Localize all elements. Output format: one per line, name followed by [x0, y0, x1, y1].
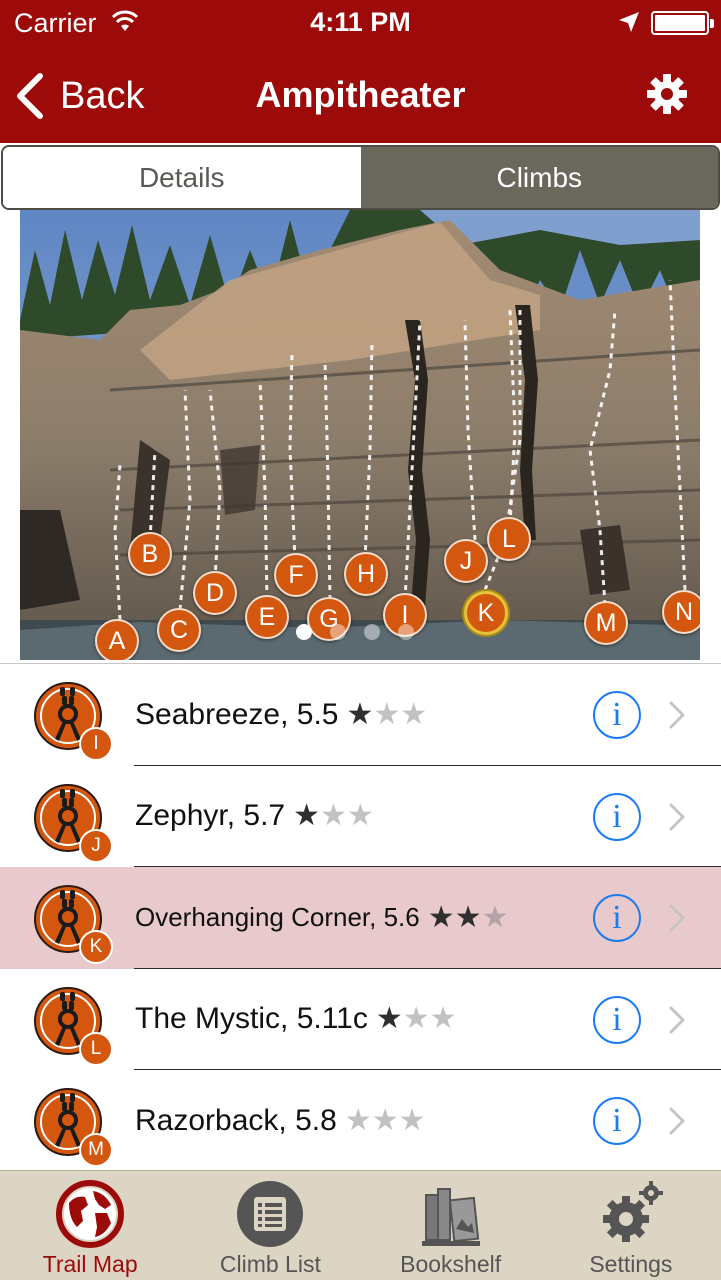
- status-bar: Carrier 4:11 PM: [0, 0, 721, 46]
- page-dot-2[interactable]: [330, 624, 346, 640]
- star-rating: ★ ★ ★: [293, 801, 374, 831]
- climb-row[interactable]: I Seabreeze, 5.5 ★ ★ ★ i: [0, 664, 721, 766]
- route-marker-h[interactable]: H: [344, 552, 388, 596]
- battery-icon: [651, 11, 714, 35]
- route-marker-l[interactable]: L: [487, 517, 531, 561]
- location-arrow-icon: [619, 12, 639, 32]
- route-marker-d[interactable]: D: [193, 571, 237, 615]
- info-button[interactable]: i: [593, 1097, 641, 1145]
- route-marker-k[interactable]: K: [464, 591, 508, 635]
- climb-name-grade: Seabreeze, 5.5: [135, 697, 339, 731]
- star-icon: ★: [373, 697, 401, 731]
- nav-header: Carrier 4:11 PM Back Ampitheater: [0, 0, 721, 143]
- star-rating: ★ ★ ★: [376, 1004, 457, 1034]
- climb-title: Zephyr, 5.7 ★ ★ ★: [135, 766, 374, 867]
- star-rating: ★ ★ ★: [346, 697, 428, 731]
- info-button[interactable]: i: [593, 894, 641, 942]
- star-icon: ★: [429, 1002, 457, 1035]
- tab-label-trail-map: Trail Map: [42, 1251, 138, 1277]
- tab-label-bookshelf: Bookshelf: [400, 1251, 502, 1277]
- chevron-right-icon: [669, 904, 685, 932]
- star-icon: ★: [371, 1103, 399, 1137]
- climb-title: Razorback, 5.8 ★ ★ ★: [135, 1070, 426, 1170]
- climb-title: Seabreeze, 5.5 ★ ★ ★: [135, 664, 427, 765]
- chevron-right-icon: [669, 803, 685, 830]
- climb-list: I Seabreeze, 5.5 ★ ★ ★ i J Zephyr, 5.7 ★ ★ ★ i K Over…: [0, 663, 721, 1170]
- star-icon: ★: [375, 1002, 403, 1035]
- star-icon: ★: [402, 1002, 430, 1035]
- segment-details[interactable]: Details: [3, 147, 361, 208]
- globe-icon: [56, 1180, 125, 1248]
- tab-climb-list[interactable]: Climb List: [180, 1171, 360, 1280]
- climb-name-grade: Overhanging Corner, 5.6: [135, 902, 420, 932]
- route-letter-badge: M: [79, 1133, 113, 1167]
- route-letter-badge: I: [79, 727, 113, 761]
- climb-name-grade: Zephyr, 5.7: [135, 799, 286, 832]
- climb-name-grade: Razorback, 5.8: [135, 1103, 337, 1137]
- chevron-right-icon: [669, 1107, 685, 1135]
- route-marker-a[interactable]: A: [95, 619, 139, 660]
- gears-icon: [602, 1181, 663, 1242]
- star-rating: ★ ★ ★: [427, 900, 509, 934]
- tab-bookshelf[interactable]: Bookshelf: [361, 1171, 541, 1280]
- tab-trail-map[interactable]: Trail Map: [0, 1171, 180, 1280]
- page-dot-3[interactable]: [364, 624, 380, 640]
- star-icon: ★: [398, 1103, 426, 1137]
- climb-name-grade: The Mystic, 5.11c: [135, 1002, 368, 1035]
- star-rating: ★ ★ ★: [344, 1103, 426, 1137]
- route-marker-m[interactable]: M: [584, 601, 628, 645]
- gear-icon[interactable]: [645, 72, 689, 116]
- climb-row[interactable]: L The Mystic, 5.11c ★ ★ ★ i: [0, 968, 721, 1070]
- route-marker-j[interactable]: J: [444, 539, 488, 583]
- route-letter-badge: K: [79, 930, 113, 964]
- route-letter-badge: L: [79, 1031, 113, 1066]
- details-climbs-segmented-control: Details Climbs: [1, 145, 720, 210]
- climb-row[interactable]: J Zephyr, 5.7 ★ ★ ★ i: [0, 765, 721, 867]
- route-marker-c[interactable]: C: [157, 608, 201, 652]
- route-marker-b[interactable]: B: [128, 532, 172, 576]
- tab-label-climb-list: Climb List: [219, 1251, 321, 1277]
- crag-photo[interactable]: A B C D E F G H I J K L M N: [20, 210, 700, 660]
- star-icon: ★: [320, 799, 347, 832]
- climb-row[interactable]: M Razorback, 5.8 ★ ★ ★ i: [0, 1070, 721, 1170]
- route-marker-e[interactable]: E: [245, 595, 289, 639]
- route-letter-badge: J: [79, 828, 113, 863]
- chevron-right-icon: [669, 701, 685, 729]
- star-icon: ★: [481, 900, 509, 934]
- info-button[interactable]: i: [593, 995, 641, 1044]
- info-button[interactable]: i: [593, 792, 641, 841]
- climb-title: The Mystic, 5.11c ★ ★ ★: [135, 969, 457, 1070]
- page-dot-1[interactable]: [296, 624, 312, 640]
- photo-page-indicator: [296, 624, 414, 640]
- route-marker-n[interactable]: N: [662, 590, 700, 634]
- tab-label-settings: Settings: [589, 1251, 673, 1277]
- star-icon: ★: [454, 900, 482, 934]
- star-icon: ★: [400, 697, 428, 731]
- tab-bar: Trail Map Climb List Bookshelf Settings: [0, 1170, 721, 1280]
- chevron-right-icon: [669, 1006, 685, 1033]
- list-icon: [237, 1181, 304, 1247]
- star-icon: ★: [346, 799, 374, 832]
- books-icon: [421, 1188, 480, 1246]
- star-icon: ★: [346, 697, 374, 731]
- route-marker-f[interactable]: F: [274, 553, 318, 597]
- page-dot-4[interactable]: [398, 624, 414, 640]
- page-title: Ampitheater: [255, 74, 466, 115]
- star-icon: ★: [427, 900, 455, 934]
- segment-climbs[interactable]: Climbs: [360, 147, 718, 208]
- climb-row[interactable]: K Overhanging Corner, 5.6 ★ ★ ★ i: [0, 867, 721, 969]
- star-icon: ★: [344, 1103, 372, 1137]
- status-time: 4:11 PM: [310, 7, 411, 37]
- star-icon: ★: [293, 799, 320, 832]
- tab-settings[interactable]: Settings: [541, 1171, 721, 1280]
- info-button[interactable]: i: [593, 691, 641, 739]
- climb-title: Overhanging Corner, 5.6 ★ ★ ★: [135, 867, 508, 968]
